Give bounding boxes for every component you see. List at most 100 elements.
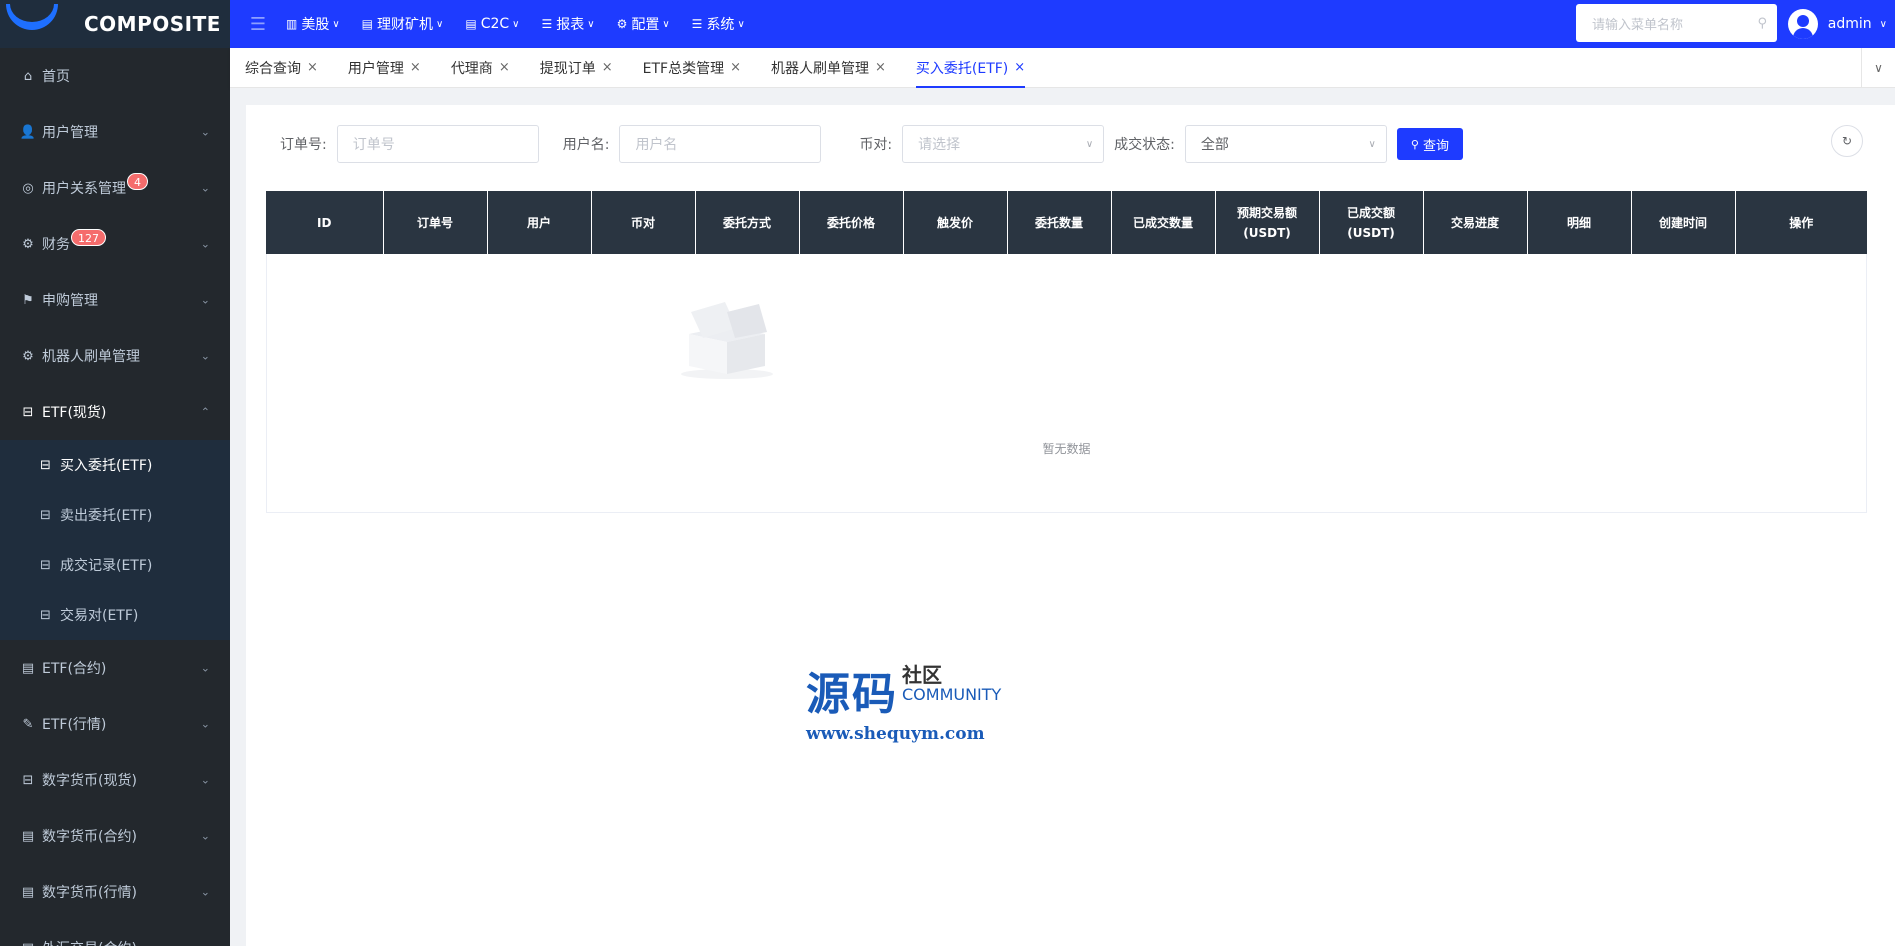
tabs-more-chevron-icon[interactable]: ∨ [1861, 48, 1895, 88]
empty-text: 暂无数据 [1042, 442, 1091, 456]
chevron-down-icon: ∨ [662, 18, 670, 30]
top-menu-reports[interactable]: ☰ 报表 ∨ [541, 14, 594, 34]
chevron-down-icon: ⌄ [200, 181, 210, 195]
sidebar-subitem-etf-sell[interactable]: ⊟ 卖出委托(ETF) [0, 490, 230, 540]
sidebar-item-etf-contract[interactable]: ▤ ETF(合约) ⌄ [0, 640, 230, 696]
sidebar-subitem-label: 交易对(ETF) [60, 608, 139, 624]
doc-icon: ▤ [21, 828, 35, 844]
home-icon: ⌂ [23, 68, 33, 84]
chevron-down-icon: ∨ [1368, 138, 1376, 150]
pair-select[interactable]: 请选择 ∨ [902, 125, 1105, 163]
close-icon[interactable]: × [730, 60, 741, 75]
list-icon: ☰ [541, 17, 553, 31]
tab-etf-buy-orders[interactable]: 买入委托(ETF) × [901, 48, 1040, 88]
refresh-icon[interactable]: ↻ [1831, 125, 1863, 157]
empty-box-icon [681, 302, 773, 379]
top-menu-label: 系统 [706, 17, 735, 33]
gear-icon: ⚙ [22, 348, 34, 364]
list-icon: ▤ [465, 17, 477, 31]
chevron-down-icon: ⌄ [200, 125, 210, 139]
sidebar-item-etf-market[interactable]: ✎ ETF(行情) ⌄ [0, 696, 230, 752]
close-icon[interactable]: × [602, 60, 613, 75]
status-value: 全部 [1200, 137, 1229, 153]
user-menu[interactable]: admin ∨ [1787, 0, 1887, 48]
query-button[interactable]: ⚲ 查询 [1396, 128, 1463, 160]
tab-withdraw-orders[interactable]: 提现订单 × [525, 48, 628, 88]
user-icon: 👤 [19, 124, 37, 140]
sidebar-item-label: 外汇交易(合约) [42, 938, 137, 946]
sidebar-item-forex-contract[interactable]: ▤ 外汇交易(合约) [0, 920, 230, 946]
sidebar-item-robot-orders[interactable]: ⚙ 机器人刷单管理 ⌄ [0, 328, 230, 384]
sidebar-item-label: 首页 [42, 69, 70, 85]
close-icon[interactable]: × [499, 60, 510, 75]
sidebar-item-label: 数字货币(行情) [42, 885, 137, 901]
order-no-placeholder: 订单号 [352, 137, 395, 153]
sidebar-item-label: 财务 [42, 237, 70, 253]
tab-label: 提现订单 [539, 60, 596, 77]
search-icon: ⚲ [1757, 15, 1767, 31]
orders-table: ID 订单号 用户 币对 委托方式 委托价格 触发价 委托数量 已成交数量 预期… [266, 191, 1867, 254]
watermark-community: 社区 COMMUNITY [902, 664, 1001, 704]
doc-icon: ▤ [21, 660, 35, 676]
col-user: 用户 [487, 191, 592, 254]
top-menu-label: 美股 [301, 17, 330, 33]
close-icon[interactable]: × [307, 60, 318, 75]
tab-label: ETF总类管理 [642, 60, 725, 77]
sidebar-item-subscription[interactable]: ⚑ 申购管理 ⌄ [0, 272, 230, 328]
sidebar-item-label: ETF(现货) [42, 405, 107, 421]
tab-robot-orders[interactable]: 机器人刷单管理 × [756, 48, 901, 88]
doc-icon: ▤ [21, 884, 35, 900]
sidebar-item-etf-spot[interactable]: ⊟ ETF(现货) ⌃ [0, 384, 230, 440]
top-menu-wealth-mining[interactable]: ▤ 理财矿机 ∨ [362, 14, 444, 34]
menu-search-input[interactable]: 请输入菜单名称 ⚲ [1576, 4, 1777, 42]
col-order-qty: 委托数量 [1007, 191, 1112, 254]
bar-chart-icon: ▥ [286, 17, 298, 31]
status-select[interactable]: 全部 ∨ [1184, 125, 1387, 163]
order-no-input[interactable]: 订单号 [336, 125, 539, 163]
tab-user-management[interactable]: 用户管理 × [333, 48, 436, 88]
top-menu-system[interactable]: ☰ 系统 ∨ [692, 14, 745, 34]
top-menu-config[interactable]: ⚙ 配置 ∨ [617, 14, 670, 34]
tab-etf-types[interactable]: ETF总类管理 × [628, 48, 756, 88]
submenu-etf-spot: ⊟ 买入委托(ETF) ⊟ 卖出委托(ETF) ⊟ 成交记录(ETF) ⊟ 交易… [0, 440, 230, 640]
close-icon[interactable]: × [875, 60, 886, 75]
sidebar-item-crypto-spot[interactable]: ⊟ 数字货币(现货) ⌄ [0, 752, 230, 808]
table-header-row: ID 订单号 用户 币对 委托方式 委托价格 触发价 委托数量 已成交数量 预期… [266, 191, 1867, 254]
hamburger-icon[interactable]: ☰ [230, 14, 286, 35]
chevron-down-icon: ∨ [1879, 18, 1887, 30]
sidebar-item-home[interactable]: ⌂ 首页 [0, 48, 230, 104]
tab-agents[interactable]: 代理商 × [436, 48, 525, 88]
username-input[interactable]: 用户名 [619, 125, 822, 163]
store-icon: ⊟ [40, 457, 51, 473]
sidebar-item-crypto-contract[interactable]: ▤ 数字货币(合约) ⌄ [0, 808, 230, 864]
pair-label: 币对: [859, 137, 893, 153]
edit-icon: ✎ [22, 716, 34, 732]
search-icon: ⚲ [1410, 137, 1419, 151]
gear-icon: ⚙ [22, 236, 34, 252]
sidebar-item-user-management[interactable]: 👤 用户管理 ⌄ [0, 104, 230, 160]
tab-composite-query[interactable]: 综合查询 × [230, 48, 333, 88]
sidebar-item-crypto-market[interactable]: ▤ 数字货币(行情) ⌄ [0, 864, 230, 920]
chevron-down-icon: ⌄ [200, 829, 210, 843]
sidebar-item-finance[interactable]: ⚙ 财务 127 ⌄ [0, 216, 230, 272]
order-no-label: 订单号: [280, 137, 327, 153]
logo-mark-icon [6, 4, 58, 30]
tab-bar: 综合查询 × 用户管理 × 代理商 × 提现订单 × ETF总类管理 × 机器人… [230, 48, 1895, 88]
col-id: ID [266, 191, 384, 254]
sidebar-subitem-etf-buy[interactable]: ⊟ 买入委托(ETF) [0, 440, 230, 490]
sidebar-item-label: 用户关系管理 [42, 181, 126, 197]
top-menu-label: 报表 [556, 17, 585, 33]
sidebar-subitem-etf-trades[interactable]: ⊟ 成交记录(ETF) [0, 540, 230, 590]
top-menu-us-stocks[interactable]: ▥ 美股 ∨ [286, 14, 340, 34]
col-order-price: 委托价格 [799, 191, 904, 254]
status-label: 成交状态: [1114, 137, 1175, 153]
sidebar-item-user-relations[interactable]: ◎ 用户关系管理 4 ⌄ [0, 160, 230, 216]
sidebar-subitem-etf-pairs[interactable]: ⊟ 交易对(ETF) [0, 590, 230, 640]
close-icon[interactable]: × [410, 60, 421, 75]
close-icon[interactable]: × [1014, 60, 1025, 75]
top-navbar: ☰ ▥ 美股 ∨ ▤ 理财矿机 ∨ ▤ C2C ∨ ☰ 报表 ∨ ⚙ 配置 ∨ … [230, 0, 1895, 48]
gear-icon: ⚙ [616, 17, 628, 31]
notification-badge: 127 [71, 228, 106, 246]
avatar [1787, 9, 1818, 39]
top-menu-c2c[interactable]: ▤ C2C ∨ [465, 16, 519, 32]
